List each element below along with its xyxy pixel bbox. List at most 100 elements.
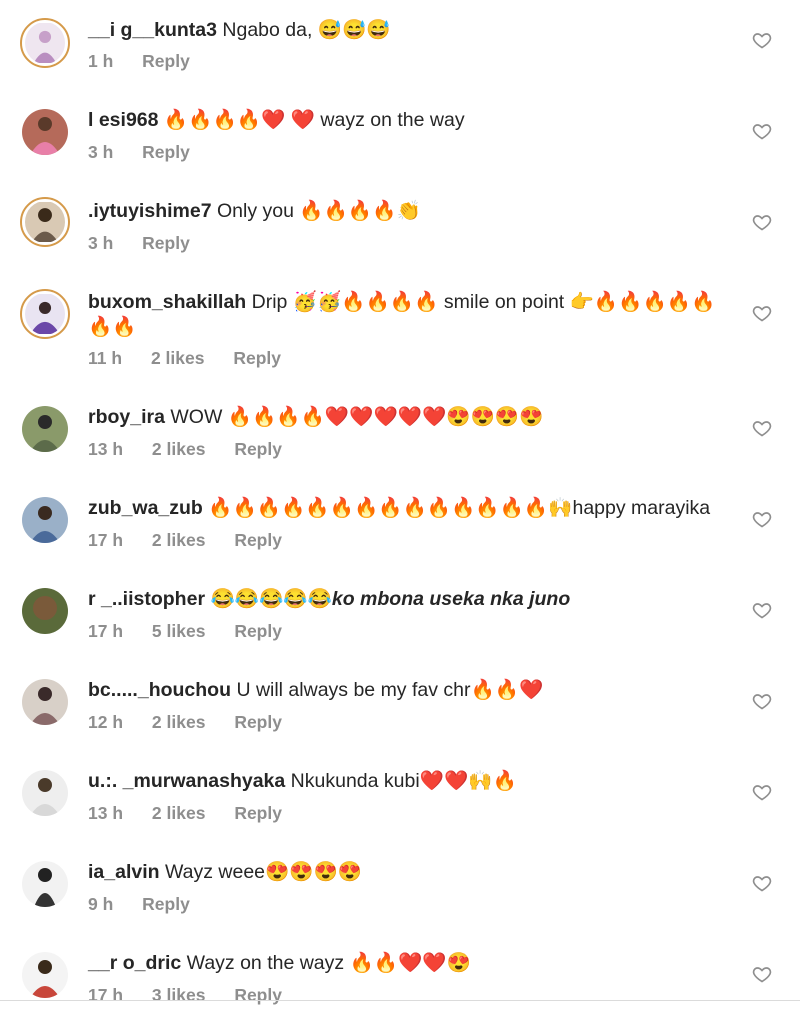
- comment-text-line: bc....._houchou U will always be my fav …: [88, 678, 733, 703]
- comment-meta: 13 h 2 likes Reply: [88, 439, 306, 460]
- avatar-image: [25, 23, 65, 63]
- heart-icon[interactable]: [752, 121, 772, 141]
- bottom-divider: [0, 1000, 800, 1001]
- comment-username[interactable]: __i g__kunta3: [88, 19, 217, 41]
- comment-meta: 1 h Reply: [88, 51, 214, 72]
- comment-time: 17 h: [88, 530, 124, 550]
- comment-body: 😂😂😂😂😂: [210, 588, 332, 610]
- comment-username[interactable]: ia_alvin: [88, 861, 160, 883]
- comment-body: 🔥🔥🔥🔥🔥🔥🔥🔥🔥🔥🔥🔥🔥🔥🙌happy marayika: [208, 497, 711, 519]
- comment-body: WOW 🔥🔥🔥🔥❤️❤️❤️❤️❤️😍😍😍😍: [170, 406, 544, 428]
- avatar[interactable]: [20, 677, 70, 727]
- comment-meta: 13 h 2 likes Reply: [88, 803, 306, 824]
- comment-meta: 11 h 2 likes Reply: [88, 348, 305, 369]
- avatar[interactable]: [20, 197, 70, 247]
- likes-count[interactable]: 2 likes: [152, 439, 206, 459]
- avatar[interactable]: [20, 18, 70, 68]
- comment-time: 17 h: [88, 621, 124, 641]
- comment-time: 17 h: [88, 985, 124, 1005]
- comment-text-line: ia_alvin Wayz weee😍😍😍😍: [88, 860, 733, 885]
- reply-button[interactable]: Reply: [142, 233, 190, 253]
- comment-meta: 17 h 3 likes Reply: [88, 985, 306, 1006]
- comment-body: Only you 🔥🔥🔥🔥👏: [216, 200, 421, 222]
- comment-username[interactable]: l esi968: [88, 109, 158, 131]
- heart-icon[interactable]: [752, 418, 772, 438]
- comment-meta: 3 h Reply: [88, 233, 214, 254]
- comment-body: Ngabo da, 😅😅😅: [222, 19, 391, 41]
- heart-icon[interactable]: [752, 691, 772, 711]
- avatar-image: [22, 679, 68, 725]
- comment-text-line: rboy_ira WOW 🔥🔥🔥🔥❤️❤️❤️❤️❤️😍😍😍😍: [88, 405, 733, 430]
- likes-count[interactable]: 5 likes: [152, 621, 206, 641]
- likes-count[interactable]: 3 likes: [152, 985, 206, 1005]
- avatar-image: [25, 202, 65, 242]
- comment-username[interactable]: bc....._houchou: [88, 679, 231, 701]
- comment-text-line: u.:. _murwanashyaka Nkukunda kubi❤️❤️🙌🔥: [88, 769, 733, 794]
- heart-icon[interactable]: [752, 964, 772, 984]
- reply-button[interactable]: Reply: [234, 712, 282, 732]
- avatar-image: [22, 770, 68, 816]
- comment-meta: 9 h Reply: [88, 894, 214, 915]
- comment-username[interactable]: .iytuyishime7: [88, 200, 212, 222]
- comment-time: 13 h: [88, 803, 124, 823]
- comment-text-line: buxom_shakillah Drip 🥳🥳🔥🔥🔥🔥 smile on poi…: [88, 290, 733, 340]
- heart-icon[interactable]: [752, 303, 772, 323]
- comment-meta: 3 h Reply: [88, 142, 214, 163]
- comment-text-line: l esi968 🔥🔥🔥🔥❤️ ❤️ wayz on the way: [88, 108, 733, 133]
- likes-count[interactable]: 2 likes: [152, 712, 206, 732]
- comment-username[interactable]: buxom_shakillah: [88, 291, 246, 313]
- comment-username[interactable]: r _..iistopher: [88, 588, 205, 610]
- avatar-image: [22, 952, 68, 998]
- comment-body: 🔥🔥🔥🔥❤️ ❤️ wayz on the way: [163, 109, 465, 131]
- comment-meta: 17 h 5 likes Reply: [88, 621, 306, 642]
- likes-count[interactable]: 2 likes: [151, 348, 205, 368]
- comment-body: Wayz weee😍😍😍😍: [164, 861, 363, 883]
- reply-button[interactable]: Reply: [234, 985, 282, 1005]
- comment-username[interactable]: rboy_ira: [88, 406, 165, 428]
- avatar[interactable]: [20, 586, 70, 636]
- comment-username[interactable]: u.:. _murwanashyaka: [88, 770, 285, 792]
- reply-button[interactable]: Reply: [233, 348, 281, 368]
- likes-count[interactable]: 2 likes: [152, 803, 206, 823]
- comment-time: 13 h: [88, 439, 124, 459]
- comment-text-line: __i g__kunta3 Ngabo da, 😅😅😅: [88, 18, 733, 43]
- avatar-image: [22, 861, 68, 907]
- avatar[interactable]: [20, 404, 70, 454]
- reply-button[interactable]: Reply: [234, 621, 282, 641]
- heart-icon[interactable]: [752, 30, 772, 50]
- heart-icon[interactable]: [752, 212, 772, 232]
- comment-text-line: .iytuyishime7 Only you 🔥🔥🔥🔥👏: [88, 199, 733, 224]
- reply-button[interactable]: Reply: [142, 51, 190, 71]
- avatar-image: [22, 588, 68, 634]
- avatar[interactable]: [20, 495, 70, 545]
- heart-icon[interactable]: [752, 782, 772, 802]
- comment-meta: 12 h 2 likes Reply: [88, 712, 306, 733]
- avatar[interactable]: [20, 768, 70, 818]
- avatar[interactable]: [20, 859, 70, 909]
- avatar-image: [22, 497, 68, 543]
- reply-button[interactable]: Reply: [234, 439, 282, 459]
- avatar[interactable]: [20, 107, 70, 157]
- avatar[interactable]: [20, 289, 70, 339]
- heart-icon[interactable]: [752, 600, 772, 620]
- comment-body-italic: ko mbona useka nka juno: [331, 588, 571, 610]
- heart-icon[interactable]: [752, 873, 772, 893]
- comment-time: 9 h: [88, 894, 114, 914]
- comment-time: 12 h: [88, 712, 124, 732]
- avatar-image: [22, 109, 68, 155]
- likes-count[interactable]: 2 likes: [152, 530, 206, 550]
- comment-username[interactable]: __r o_dric: [88, 952, 181, 974]
- reply-button[interactable]: Reply: [234, 530, 282, 550]
- avatar[interactable]: [20, 950, 70, 1000]
- comment-username[interactable]: zub_wa_zub: [88, 497, 203, 519]
- comment-time: 11 h: [88, 348, 123, 368]
- reply-button[interactable]: Reply: [142, 142, 190, 162]
- reply-button[interactable]: Reply: [142, 894, 190, 914]
- comment-meta: 17 h 2 likes Reply: [88, 530, 306, 551]
- comment-time: 3 h: [88, 142, 114, 162]
- heart-icon[interactable]: [752, 509, 772, 529]
- reply-button[interactable]: Reply: [234, 803, 282, 823]
- comment-body: Nkukunda kubi❤️❤️🙌🔥: [290, 770, 517, 792]
- comment-time: 1 h: [88, 51, 114, 71]
- comment-body: U will always be my fav chr🔥🔥❤️: [236, 679, 544, 701]
